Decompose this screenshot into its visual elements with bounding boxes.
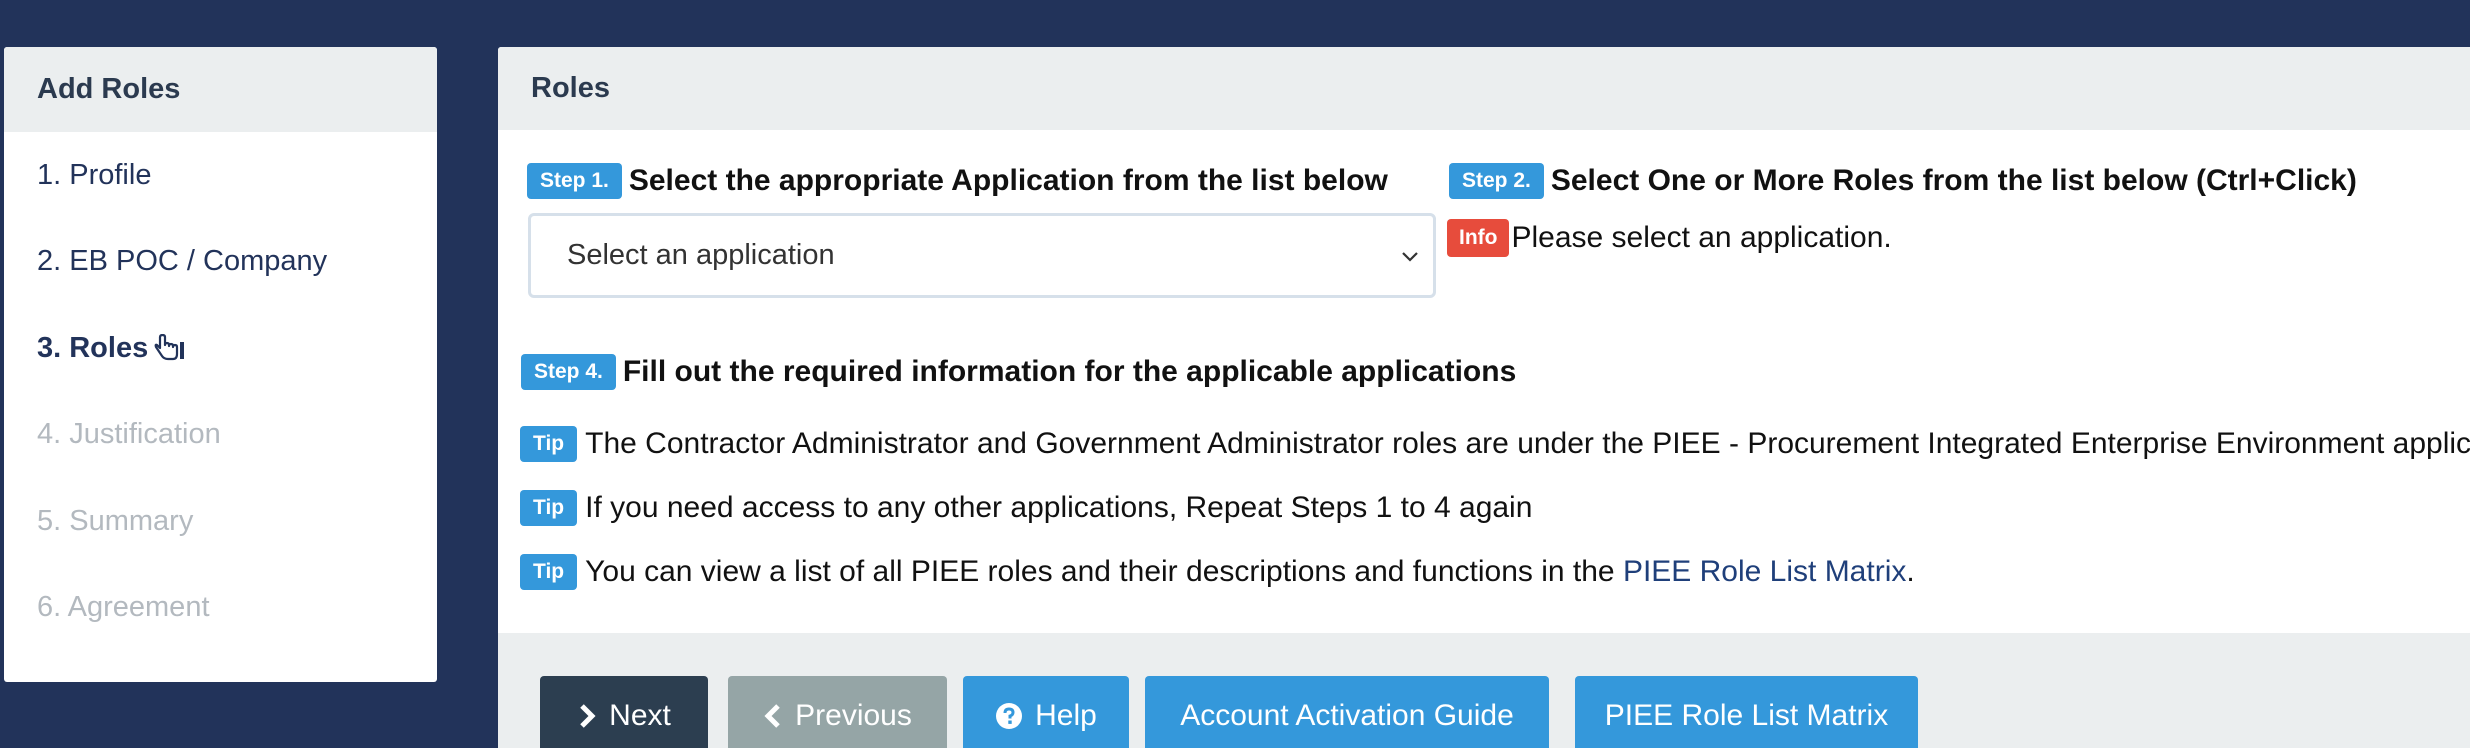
step-1-heading: Step 1. Select the appropriate Applicati… <box>527 163 1388 199</box>
question-circle-icon <box>996 703 1023 729</box>
previous-button[interactable]: Previous <box>728 676 947 748</box>
sidebar-item-profile[interactable]: 1. Profile <box>4 132 437 219</box>
sidebar-title: Add Roles <box>4 47 437 132</box>
hand-pointer-icon <box>154 334 186 362</box>
info-badge: Info <box>1447 219 1510 257</box>
sidebar-item-label: 3. Roles <box>37 331 149 364</box>
application-select-value: Select an application <box>567 239 835 271</box>
step-2-heading: Step 2. Select One or More Roles from th… <box>1449 163 2357 199</box>
next-button-label: Next <box>609 699 671 732</box>
chevron-left-icon <box>764 704 780 728</box>
tip-1: Tip The Contractor Administrator and Gov… <box>520 426 2470 462</box>
sidebar-item-agreement: 6. Agreement <box>4 565 437 652</box>
step-1-text: Select the appropriate Application from … <box>628 164 1388 197</box>
tip-badge: Tip <box>520 490 578 526</box>
step-2-badge: Step 2. <box>1449 163 1544 199</box>
wizard-sidebar: Add Roles 1. Profile 2. EB POC / Company… <box>4 47 437 682</box>
application-select[interactable]: Select an application <box>528 213 1436 298</box>
step-4-badge: Step 4. <box>521 354 616 390</box>
tip-text: The Contractor Administrator and Governm… <box>585 427 2470 460</box>
matrix-button-label: PIEE Role List Matrix <box>1604 699 1889 732</box>
piee-role-list-matrix-button[interactable]: PIEE Role List Matrix <box>1575 676 1918 748</box>
tip-badge: Tip <box>520 554 578 590</box>
tip-text-body: You can view a list of all PIEE roles an… <box>585 555 1623 588</box>
sidebar-item-roles[interactable]: 3. Roles <box>4 305 437 392</box>
sidebar-item-label: 2. EB POC / Company <box>37 245 328 278</box>
sidebar-item-summary: 5. Summary <box>4 478 437 565</box>
step-4-text: Fill out the required information for th… <box>622 355 1517 388</box>
sidebar-item-label: 5. Summary <box>37 504 194 537</box>
sidebar-item-label: 6. Agreement <box>37 591 210 624</box>
tip-2: Tip If you need access to any other appl… <box>520 490 1532 526</box>
roles-info-message: Info Please select an application. <box>1447 219 1892 257</box>
tip-text: If you need access to any other applicat… <box>585 491 1533 524</box>
chevron-down-icon <box>1399 242 1421 275</box>
piee-role-list-matrix-link[interactable]: PIEE Role List Matrix <box>1623 555 1906 588</box>
sidebar-item-label: 4. Justification <box>37 418 221 451</box>
info-text: Please select an application. <box>1511 221 1892 254</box>
panel-title: Roles <box>498 47 2470 130</box>
roles-panel: Roles <box>498 47 2470 748</box>
tip-badge: Tip <box>520 426 578 462</box>
tip-text-end: . <box>1906 555 1915 588</box>
step-1-badge: Step 1. <box>527 163 622 199</box>
sidebar-item-eb-poc-company[interactable]: 2. EB POC / Company <box>4 219 437 306</box>
tip-text: You can view a list of all PIEE roles an… <box>585 555 1915 589</box>
guide-button-label: Account Activation Guide <box>1180 699 1514 732</box>
account-activation-guide-button[interactable]: Account Activation Guide <box>1145 676 1549 748</box>
tip-3: Tip You can view a list of all PIEE role… <box>520 554 1915 590</box>
next-button[interactable]: Next <box>540 676 708 748</box>
help-button-label: Help <box>1035 699 1097 732</box>
chevron-right-icon <box>580 704 596 728</box>
sidebar-item-justification: 4. Justification <box>4 392 437 479</box>
help-button[interactable]: Help <box>963 676 1129 748</box>
step-2-text: Select One or More Roles from the list b… <box>1550 164 2357 197</box>
previous-button-label: Previous <box>795 699 912 732</box>
sidebar-item-label: 1. Profile <box>37 158 152 191</box>
step-4-heading: Step 4. Fill out the required informatio… <box>521 354 1516 390</box>
